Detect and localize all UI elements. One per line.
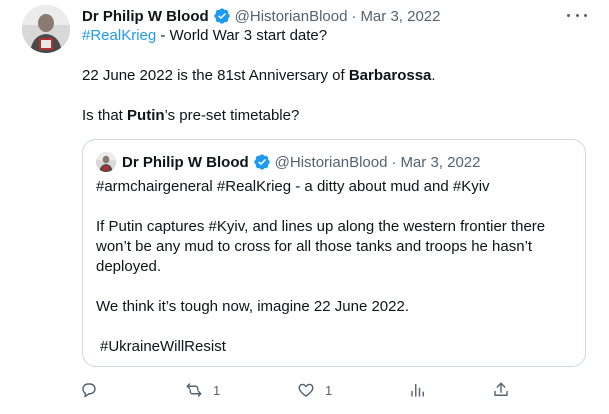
separator-dot: · <box>351 7 357 25</box>
author-name[interactable]: Dr Philip W Blood <box>82 8 209 25</box>
author-handle[interactable]: @HistorianBlood <box>235 8 348 25</box>
quoted-tweet[interactable]: Dr Philip W Blood @HistorianBlood · Mar … <box>82 139 586 367</box>
quoted-author-handle: @HistorianBlood <box>274 153 388 171</box>
views-icon <box>411 384 424 397</box>
share-button[interactable] <box>492 380 510 400</box>
avatar-image <box>96 152 116 172</box>
tweet-bold-text: Putin <box>127 107 165 124</box>
quoted-line-1: #armchairgeneral #RealKrieg - a ditty ab… <box>96 178 490 195</box>
verified-badge-icon <box>213 7 231 25</box>
quoted-line-3: won’t be any mud to cross for all those … <box>96 238 533 255</box>
tweet-line-1: #RealKrieg - World War 3 start date? <box>82 26 327 46</box>
separator-dot: · <box>391 153 397 171</box>
tweet[interactable]: Dr Philip W Blood @HistorianBlood · Mar … <box>0 0 609 414</box>
tweet-text: 22 June 2022 is the 81st Anniversary of <box>82 67 349 84</box>
views-button[interactable] <box>409 380 427 400</box>
tweet-text: - World War 3 start date? <box>156 27 328 44</box>
like-count: 1 <box>325 382 333 398</box>
retweet-count: 1 <box>213 382 221 398</box>
retweet-icon <box>186 383 202 397</box>
tweet-text: . <box>431 67 436 84</box>
heart-icon <box>298 383 314 397</box>
tweet-header: Dr Philip W Blood @HistorianBlood · Mar … <box>82 6 440 26</box>
tweet-bold-text: Barbarossa <box>348 67 432 84</box>
retweet-button[interactable]: 1 <box>185 380 220 400</box>
quoted-line-5: We think it’s tough now, imagine 22 June… <box>96 298 409 315</box>
quoted-date: Mar 3, 2022 <box>400 153 481 171</box>
quoted-header: Dr Philip W Blood @HistorianBlood · Mar … <box>122 152 480 172</box>
tweet-date[interactable]: Mar 3, 2022 <box>360 8 440 25</box>
reply-icon <box>82 383 96 398</box>
more-icon[interactable] <box>567 8 587 22</box>
quoted-line-6: #UkraineWillResist <box>100 338 226 355</box>
hashtag-link[interactable]: #RealKrieg <box>82 27 156 44</box>
quoted-avatar[interactable] <box>96 152 116 172</box>
reply-button[interactable] <box>80 380 108 400</box>
quoted-line-2: If Putin captures #Kyiv, and lines up al… <box>96 218 546 235</box>
tweet-text: ’s pre-set timetable? <box>164 107 300 124</box>
avatar-image <box>22 5 70 53</box>
tweet-line-2: 22 June 2022 is the 81st Anniversary of … <box>82 66 436 86</box>
verified-badge-icon <box>253 153 271 171</box>
tweet-line-3: Is that Putin’s pre-set timetable? <box>82 106 299 126</box>
action-bar: 1 1 <box>80 380 510 400</box>
share-icon <box>494 382 508 396</box>
avatar[interactable] <box>22 5 70 53</box>
like-button[interactable]: 1 <box>297 380 332 400</box>
quoted-line-4: deployed. <box>96 258 162 275</box>
quoted-author-name: Dr Philip W Blood <box>122 153 249 171</box>
tweet-text: Is that <box>82 107 128 124</box>
